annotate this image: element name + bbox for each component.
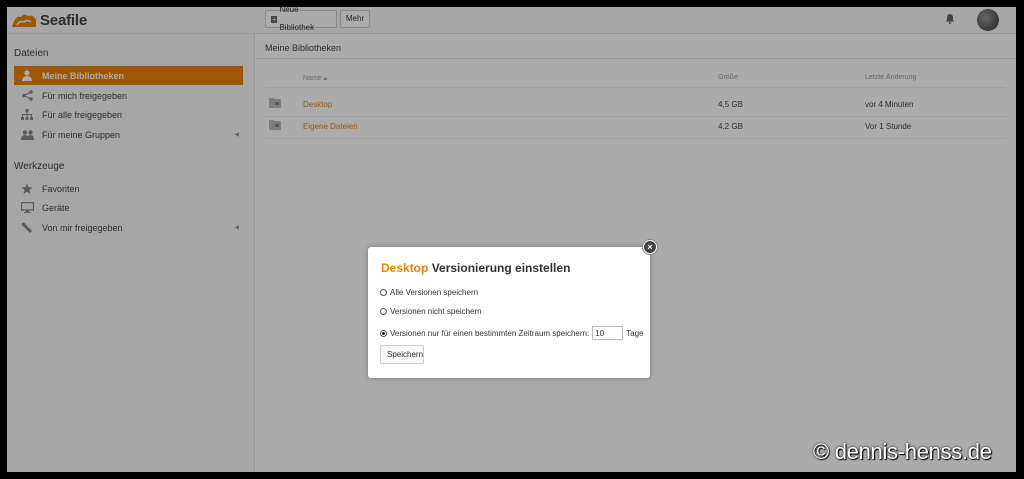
- option-label: Alle Versionen speichern: [390, 288, 479, 297]
- days-unit: Tage: [626, 328, 644, 338]
- watermark: © dennis-henss.de: [813, 439, 992, 464]
- dialog-title-text: Versionierung einstellen: [431, 261, 571, 275]
- radio-keep-period[interactable]: [380, 329, 387, 337]
- modal-overlay[interactable]: [7, 7, 1016, 472]
- radio-keep-none[interactable]: [380, 308, 387, 315]
- option-keep-all-versions[interactable]: Alle Versionen speichern: [380, 288, 478, 297]
- option-keep-period[interactable]: Versionen nur für einen bestimmten Zeitr…: [380, 326, 644, 340]
- dialog-title: Desktop Versionierung einstellen: [381, 261, 570, 275]
- option-label: Versionen nur für einen bestimmten Zeitr…: [390, 328, 590, 338]
- option-label: Versionen nicht speichern: [390, 307, 482, 316]
- versioning-dialog: Desktop Versionierung einstellen Alle Ve…: [368, 247, 650, 378]
- close-dialog-button[interactable]: ×: [642, 239, 658, 255]
- app-window: Seafile + Neue Bibliothek Mehr Dateien M…: [7, 7, 1016, 472]
- option-keep-no-versions[interactable]: Versionen nicht speichern: [380, 307, 482, 316]
- days-input[interactable]: [592, 326, 624, 340]
- radio-keep-all[interactable]: [380, 289, 387, 296]
- save-button[interactable]: Speichern: [380, 345, 424, 364]
- close-icon: ×: [644, 241, 656, 253]
- dialog-title-library: Desktop: [381, 261, 429, 275]
